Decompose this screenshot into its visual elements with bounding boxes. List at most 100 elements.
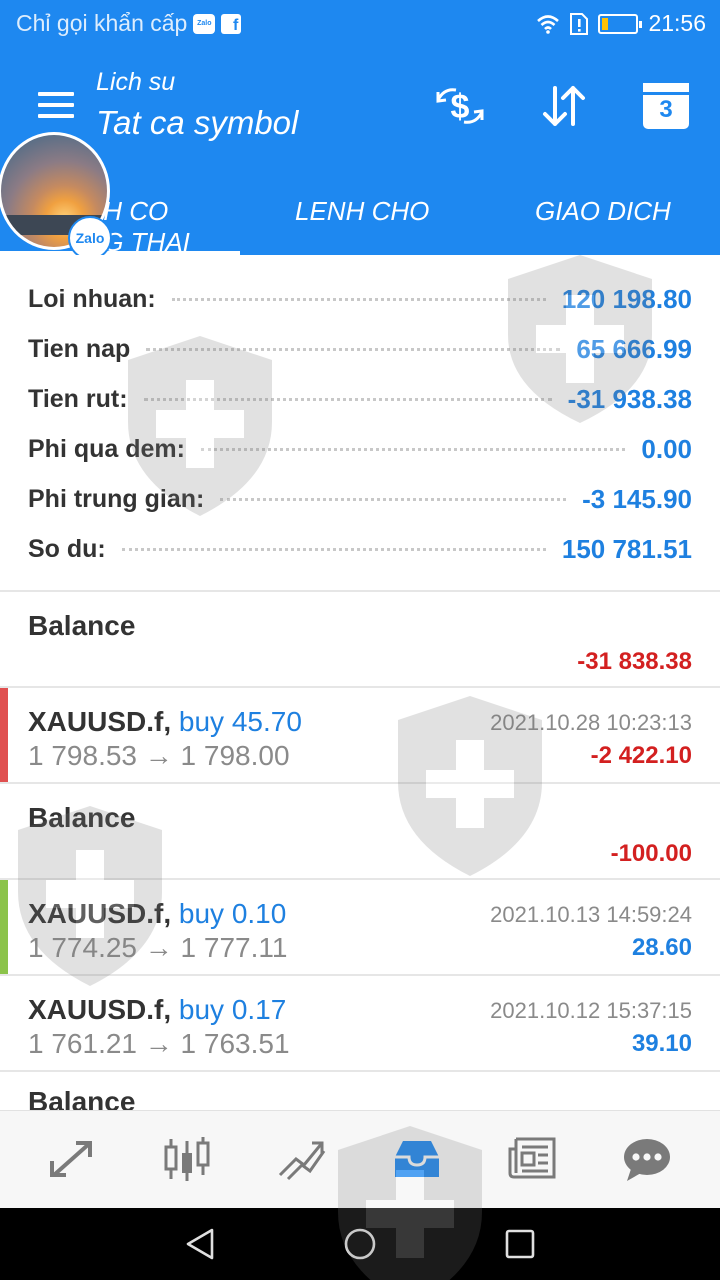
commission-label: Phi trung gian: [28,484,205,513]
balance-value: 150 781.51 [561,533,692,564]
balance-amount: -31 838.38 [577,648,692,675]
trade-title: XAUUSD.f, buy 0.17 [28,994,286,1026]
dot-leader [171,297,546,301]
home-circle-icon [344,1228,376,1260]
system-navigation-bar [0,1208,720,1280]
trade-title: XAUUSD.f, buy 45.70 [28,706,302,738]
battery-icon [598,13,643,34]
dot-leader [143,397,552,401]
summary-row: Phi qua dem: 0.00 [28,429,692,469]
trade-time: 2021.10.13 14:59:24 [490,902,692,927]
home-button[interactable] [342,1226,378,1262]
loss-marker [0,688,8,782]
nav-chart[interactable] [157,1133,217,1185]
trade-symbol: XAUUSD.f, [28,706,172,737]
list-item-balance[interactable]: Balance -100.00 [0,784,720,878]
list-item-balance[interactable]: Balance -31 838.38 [0,592,720,686]
app-header: Lich su Tat ca symbol $ 3 [0,50,720,160]
status-left: Chỉ gọi khẩn cấp Zalo f [16,10,242,37]
summary-row: Tien rut: -31 938.38 [28,379,692,419]
trade-side: buy 45.70 [178,706,302,737]
recents-square-icon [505,1229,535,1259]
summary-row: Loi nhuan: 120 198.80 [28,279,692,319]
balance-title: Balance [28,610,136,641]
dot-leader [220,497,567,501]
trade-side: buy 0.10 [178,898,287,929]
trade-prices: 1 774.25 → 1 777.11 [28,932,288,963]
balance-title: Balance [28,1086,136,1110]
trade-trend-icon [278,1141,326,1181]
nav-news[interactable] [502,1133,562,1185]
balance-label: So du: [28,534,106,563]
profit-value: 120 198.80 [561,283,692,314]
sort-button[interactable] [538,80,590,132]
recents-button[interactable] [502,1226,538,1262]
sim-alert-icon [570,12,589,35]
tab-deals[interactable]: GIAO DICH [535,196,671,227]
summary-row: Tien nap 65 666.99 [28,329,692,369]
commission-value: -3 145.90 [582,483,692,514]
svg-text:$: $ [451,88,470,126]
tab-pending-orders[interactable]: LENH CHO [295,196,429,227]
calendar-button[interactable]: 3 [640,80,692,132]
clock: 21:56 [648,10,706,36]
facebook-notification-icon: f [221,13,242,34]
trade-prices: 1 798.53 → 1 798.00 [28,740,290,771]
deposit-label: Tien nap [28,334,131,363]
history-inbox-icon [395,1141,439,1177]
deposit-value: 65 666.99 [576,333,692,364]
trade-symbol: XAUUSD.f, [28,994,172,1025]
trade-profit: 28.60 [631,934,692,961]
menu-icon[interactable] [38,92,74,120]
status-bar: Chỉ gọi khẩn cấp Zalo f 21:56 [0,0,720,50]
header-subtitle: Lich su [96,68,176,96]
balance-amount: -100.00 [610,840,692,867]
back-button[interactable] [182,1226,218,1262]
trade-prices: 1 761.21 → 1 763.51 [28,1028,290,1059]
zalo-notification-icon: Zalo [193,13,216,34]
nav-quotes[interactable] [42,1133,102,1185]
dot-leader [121,547,546,551]
dot-leader [146,347,561,351]
sort-arrows-icon [543,86,585,126]
back-triangle-icon [186,1228,214,1260]
profit-label: Loi nhuan: [28,284,156,313]
list-item-balance[interactable]: Balance [0,1072,720,1110]
quotes-arrows-icon [50,1141,92,1177]
trade-profit: 39.10 [631,1030,692,1057]
trade-time: 2021.10.28 10:23:13 [490,710,692,735]
list-item-trade[interactable]: XAUUSD.f, buy 0.10 1 774.25 → 1 777.11 2… [0,880,720,974]
withdrawal-value: -31 938.38 [567,383,692,414]
currency-exchange-button[interactable]: $ [434,80,486,132]
summary-row: So du: 150 781.51 [28,529,692,569]
battery-level [602,17,609,30]
wifi-icon [537,14,560,34]
trade-symbol: XAUUSD.f, [28,898,172,929]
header-title[interactable]: Tat ca symbol [96,104,298,142]
carrier-text: Chỉ gọi khẩn cấp [16,10,188,36]
nav-trade[interactable] [272,1133,332,1185]
list-item-trade[interactable]: XAUUSD.f, buy 45.70 1 798.53 → 1 798.00 … [0,688,720,782]
swap-label: Phi qua dem: [28,434,185,463]
candlestick-chart-icon [164,1137,210,1181]
summary-panel: Loi nhuan: 120 198.80 Tien nap 65 666.99… [0,255,720,590]
dollar-exchange-icon: $ [436,88,484,126]
bottom-navigation [0,1110,720,1208]
profit-marker [0,880,8,974]
trade-title: XAUUSD.f, buy 0.10 [28,898,286,930]
list-item-trade[interactable]: XAUUSD.f, buy 0.17 1 761.21 → 1 763.51 2… [0,976,720,1070]
balance-title: Balance [28,802,136,833]
trade-profit: -2 422.10 [590,742,692,769]
dot-leader [200,447,626,451]
chat-icon [624,1139,670,1181]
calendar-icon: 3 [643,83,689,129]
nav-history[interactable] [387,1133,447,1185]
news-icon [508,1137,556,1179]
tab-positions[interactable]: IH CO IG THAI [96,196,190,258]
nav-chat[interactable] [617,1133,677,1185]
withdrawal-label: Tien rut: [28,384,128,413]
trade-time: 2021.10.12 15:37:15 [490,998,692,1023]
summary-row: Phi trung gian: -3 145.90 [28,479,692,519]
status-right: 21:56 [536,10,706,37]
zalo-badge: Zalo [68,216,112,260]
